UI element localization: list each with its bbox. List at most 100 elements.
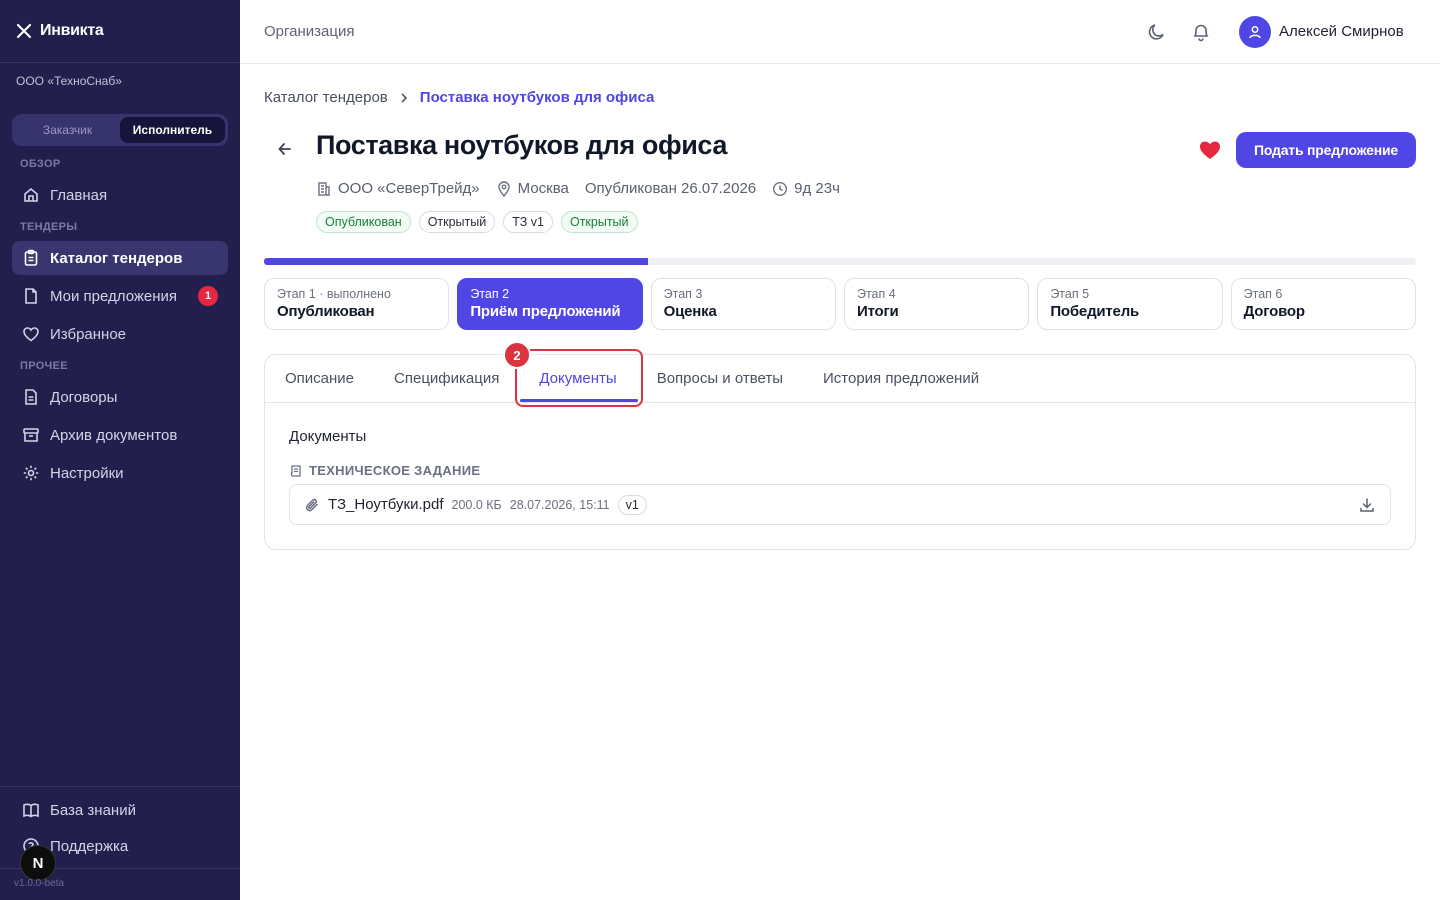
paperclip-icon — [305, 498, 318, 511]
role-customer-button[interactable]: Заказчик — [15, 117, 120, 143]
sidebar-item-label: База знаний — [50, 801, 136, 819]
document-icon — [25, 389, 37, 405]
stage-number: Этап 1 · выполнено — [277, 287, 391, 301]
stage-name: Приём предложений — [470, 303, 621, 320]
stage-number: Этап 6 — [1243, 287, 1283, 301]
sidebar-item-home[interactable]: Главная — [12, 178, 228, 212]
documents-section-header: ТЕХНИЧЕСКОЕ ЗАДАНИЕ — [289, 463, 480, 478]
download-icon[interactable] — [1358, 496, 1376, 514]
sidebar-item-settings[interactable]: Настройки — [12, 456, 228, 490]
submit-offer-button[interactable]: Подать предложение — [1236, 132, 1416, 168]
published-date: Опубликован 26.07.2026 — [584, 180, 757, 197]
stage-6[interactable]: Этап 6 Договор — [1230, 278, 1416, 330]
sidebar: Инвикта ООО «ТехноСнаб» Заказчик Исполни… — [0, 0, 240, 900]
type-badge: Открытый — [418, 211, 496, 233]
stage-name: Договор — [1243, 303, 1305, 320]
step-highlight-frame — [515, 349, 643, 407]
tab-offer-history[interactable]: История предложений — [823, 370, 979, 387]
close-x-logo-icon — [16, 23, 32, 39]
stage-5[interactable]: Этап 5 Победитель — [1037, 278, 1223, 330]
moon-icon[interactable] — [1146, 21, 1168, 43]
sidebar-divider — [0, 786, 240, 787]
breadcrumb-catalog-link[interactable]: Каталог тендеров — [264, 89, 388, 106]
stage-number: Этап 2 — [470, 287, 510, 301]
meta-company: ООО «СеверТрейд» — [316, 180, 480, 197]
stage-name: Опубликован — [277, 303, 375, 320]
scroll-document-icon — [290, 464, 301, 477]
section-label-tenders: ТЕНДЕРЫ — [20, 221, 78, 233]
stage-2[interactable]: Этап 2 Приём предложений — [457, 278, 643, 330]
meta-published: Опубликован 26.07.2026 — [585, 180, 756, 197]
stage-list: Этап 1 · выполнено Опубликован Этап 2 Пр… — [264, 278, 1416, 330]
gear-icon — [23, 465, 39, 481]
company-name: ООО «СеверТрейд» — [338, 180, 480, 197]
time-left: 9д 23ч — [794, 180, 840, 197]
access-badge: Открытый — [560, 211, 638, 233]
meta-time-left: 9д 23ч — [772, 180, 840, 197]
tab-description[interactable]: Описание — [285, 370, 354, 387]
back-arrow-icon[interactable] — [274, 138, 296, 160]
stage-1[interactable]: Этап 1 · выполнено Опубликован — [264, 278, 450, 330]
section-label-overview: ОБЗОР — [20, 158, 61, 170]
tender-meta: ООО «СеверТрейд» Москва Опубликован 26.0… — [316, 180, 840, 197]
user-name[interactable]: Алексей Смирнов — [1279, 23, 1404, 40]
file-row[interactable]: ТЗ_Ноутбуки.pdf 200.0 КБ 28.07.2026, 15:… — [289, 484, 1391, 525]
city-name: Москва — [517, 180, 569, 197]
org-name[interactable]: ООО «ТехноСнаб» — [16, 74, 122, 88]
documents-title: Документы — [289, 428, 367, 445]
tab-questions-answers[interactable]: Вопросы и ответы — [657, 370, 783, 387]
page-title: Поставка ноутбуков для офиса — [316, 130, 727, 160]
stage-progress-bar — [264, 258, 1416, 265]
sidebar-item-favorites[interactable]: Избранное — [12, 317, 228, 351]
stage-name: Итоги — [856, 303, 899, 320]
top-header: Организация Алексей Смирнов — [240, 0, 1440, 64]
bell-icon[interactable] — [1190, 21, 1212, 43]
clock-icon — [773, 181, 788, 196]
tab-specification[interactable]: Спецификация — [394, 370, 499, 387]
favorite-heart-icon[interactable] — [1198, 138, 1222, 162]
file-name[interactable]: ТЗ_Ноутбуки.pdf — [328, 496, 444, 513]
sidebar-item-label: Архив документов — [50, 426, 178, 444]
building-icon — [318, 181, 330, 196]
sidebar-item-my-offers[interactable]: Мои предложения 1 — [12, 279, 228, 313]
documents-section-label: ТЕХНИЧЕСКОЕ ЗАДАНИЕ — [309, 463, 481, 478]
chevron-right-icon — [401, 92, 408, 103]
heart-icon — [23, 327, 39, 342]
file-size: 200.0 КБ — [451, 497, 502, 512]
stage-name: Оценка — [663, 303, 717, 320]
clipboard-icon — [24, 249, 38, 266]
tender-tags: Опубликован Открытый ТЗ v1 Открытый — [316, 211, 638, 233]
stage-3[interactable]: Этап 3 Оценка — [650, 278, 836, 330]
sidebar-item-archive[interactable]: Архив документов — [12, 418, 228, 452]
sidebar-item-label: Главная — [50, 186, 108, 204]
sidebar-item-contracts[interactable]: Договоры — [12, 380, 228, 414]
app-logo[interactable]: Инвикта — [0, 0, 240, 63]
location-pin-icon — [497, 180, 510, 197]
dev-tools-badge[interactable]: N — [20, 845, 56, 881]
sidebar-item-label: Мои предложения — [50, 287, 178, 305]
tender-details-card: Описание Спецификация Документы Вопросы … — [264, 341, 1416, 550]
breadcrumb: Каталог тендеров Поставка ноутбуков для … — [264, 89, 654, 106]
status-badge: Опубликован — [316, 211, 411, 233]
user-icon — [1249, 26, 1261, 39]
stage-number: Этап 5 — [1050, 287, 1090, 301]
book-icon — [23, 803, 39, 818]
role-executor-button[interactable]: Исполнитель — [120, 117, 225, 143]
home-icon — [24, 187, 38, 202]
stage-4[interactable]: Этап 4 Итоги — [843, 278, 1030, 330]
offers-count-badge: 1 — [198, 286, 218, 306]
avatar[interactable] — [1239, 16, 1271, 48]
role-switch: Заказчик Исполнитель — [12, 114, 228, 146]
sidebar-item-label: Каталог тендеров — [50, 249, 183, 267]
breadcrumb-current: Поставка ноутбуков для офиса — [419, 89, 655, 106]
sidebar-item-label: Договоры — [50, 388, 118, 406]
step-marker-badge: 2 — [503, 341, 531, 369]
app-name: Инвикта — [40, 22, 104, 39]
archive-icon — [23, 428, 39, 442]
sidebar-item-tender-catalog[interactable]: Каталог тендеров — [12, 241, 228, 275]
sidebar-item-knowledge-base[interactable]: База знаний — [12, 793, 228, 827]
stage-progress-fill — [264, 258, 648, 265]
file-icon — [25, 288, 37, 304]
stage-number: Этап 4 — [856, 287, 896, 301]
file-date: 28.07.2026, 15:11 — [509, 497, 610, 512]
